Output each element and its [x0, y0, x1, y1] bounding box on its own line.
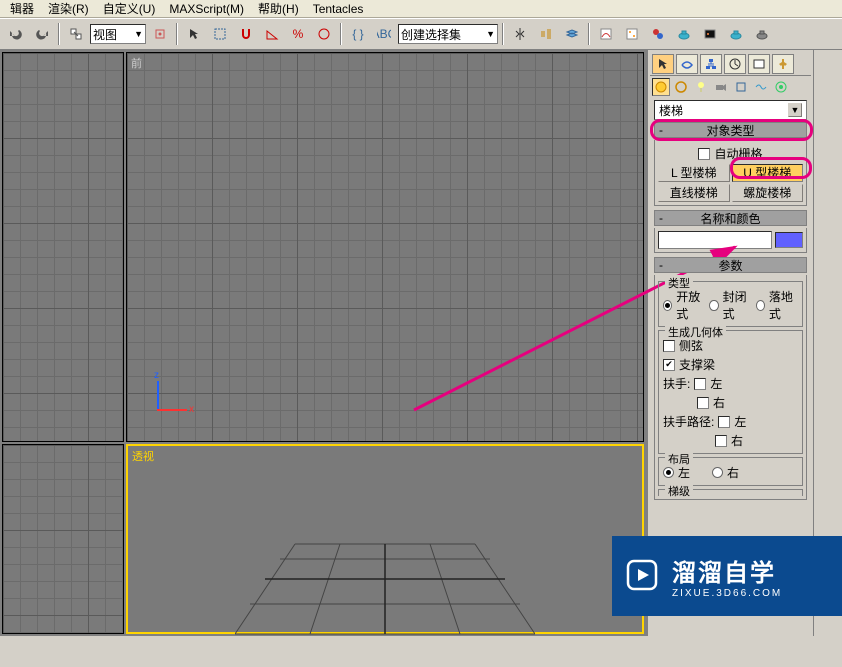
menu-render[interactable]: 渲染(R)	[42, 0, 95, 18]
dropdown-arrow-icon[interactable]: ▼	[788, 103, 802, 117]
parameters-body: 类型 开放式 封闭式 落地式 生成几何体 侧弦 ✔支撑梁 扶手: 左	[654, 275, 807, 500]
curve-editor-icon[interactable]	[594, 22, 618, 46]
create-subtabs	[650, 76, 811, 98]
spacewarps-icon[interactable]	[752, 78, 770, 96]
cameras-icon[interactable]	[712, 78, 730, 96]
link-icon[interactable]	[64, 22, 88, 46]
spiral-stair-button[interactable]: 螺旋楼梯	[732, 184, 804, 202]
handrail-left-checkbox[interactable]	[694, 378, 706, 390]
menu-bar[interactable]: 辑器 渲染(R) 自定义(U) MAXScript(M) 帮助(H) Tenta…	[0, 0, 842, 18]
railpath-right-checkbox[interactable]	[715, 435, 727, 447]
autogrid-label: 自动栅格	[714, 145, 762, 162]
object-type-body: 自动栅格 L 型楼梯 U 型楼梯 直线楼梯 螺旋楼梯	[654, 140, 807, 206]
main-toolbar: 视图▼ % { } ABC 创建选择集▼	[0, 18, 842, 50]
svg-text:%: %	[293, 27, 304, 41]
layout-right-radio[interactable]	[712, 467, 723, 478]
collapse-icon: -	[659, 258, 663, 272]
select-region-icon[interactable]	[208, 22, 232, 46]
snap-toggle-icon[interactable]	[234, 22, 258, 46]
angle-snap-icon[interactable]	[260, 22, 284, 46]
render-frame-icon[interactable]	[698, 22, 722, 46]
watermark-title: 溜溜自学	[672, 553, 782, 588]
watermark-logo-icon	[622, 555, 662, 598]
type-group: 类型 开放式 封闭式 落地式	[658, 281, 803, 327]
helpers-icon[interactable]	[732, 78, 750, 96]
svg-text:ABC: ABC	[377, 27, 391, 41]
selection-set-combo[interactable]: 创建选择集▼	[398, 24, 498, 44]
viewport-area: 前 z x 透视	[0, 50, 648, 636]
systems-icon[interactable]	[772, 78, 790, 96]
perspective-grid	[235, 504, 535, 664]
viewport-front[interactable]: 前 z x	[126, 52, 644, 442]
lights-icon[interactable]	[692, 78, 710, 96]
render-setup-icon[interactable]	[672, 22, 696, 46]
create-tab-icon[interactable]	[652, 54, 674, 74]
object-name-input[interactable]	[658, 231, 772, 249]
viewport-bottom-left[interactable]	[2, 444, 124, 634]
select-icon[interactable]	[182, 22, 206, 46]
viewport-top-left[interactable]	[2, 52, 124, 442]
utilities-tab-icon[interactable]	[772, 54, 794, 74]
ref-coord-combo[interactable]: 视图▼	[90, 24, 146, 44]
handrail-label: 扶手:	[663, 375, 690, 392]
layout-left-radio[interactable]	[663, 467, 674, 478]
align-icon[interactable]	[534, 22, 558, 46]
viewport-perspective[interactable]: 透视	[126, 444, 644, 634]
command-tabs	[650, 52, 811, 76]
gen-geom-group: 生成几何体 侧弦 ✔支撑梁 扶手: 左 右 扶手路径: 左 右	[658, 330, 803, 454]
category-value: 楼梯	[659, 102, 683, 119]
type-box-radio[interactable]	[756, 300, 765, 311]
mirror-icon[interactable]	[508, 22, 532, 46]
watermark-url: ZIXUE.3D66.COM	[672, 588, 782, 599]
type-closed-radio[interactable]	[709, 300, 718, 311]
carriage-checkbox[interactable]: ✔	[663, 359, 675, 371]
rollout-parameters[interactable]: - 参数	[654, 257, 807, 273]
menu-maxscript[interactable]: MAXScript(M)	[163, 1, 250, 17]
spinner-snap-icon[interactable]	[312, 22, 336, 46]
hierarchy-tab-icon[interactable]	[700, 54, 722, 74]
autogrid-checkbox[interactable]	[698, 148, 710, 160]
viewport-label: 前	[131, 55, 142, 71]
modify-tab-icon[interactable]	[676, 54, 698, 74]
redo-icon[interactable]	[30, 22, 54, 46]
layout-group: 布局 左 右	[658, 457, 803, 486]
straight-stair-button[interactable]: 直线楼梯	[658, 184, 730, 202]
menu-help[interactable]: 帮助(H)	[252, 0, 305, 18]
display-tab-icon[interactable]	[748, 54, 770, 74]
material-editor-icon[interactable]	[646, 22, 670, 46]
handrail-right-checkbox[interactable]	[697, 397, 709, 409]
schematic-icon[interactable]	[620, 22, 644, 46]
stringers-checkbox[interactable]	[663, 340, 675, 352]
svg-text:{ }: { }	[352, 27, 363, 41]
pivot-icon[interactable]	[148, 22, 172, 46]
menu-editor[interactable]: 辑器	[4, 0, 40, 18]
render-last-icon[interactable]	[750, 22, 774, 46]
collapse-icon: -	[659, 211, 663, 225]
railpath-left-checkbox[interactable]	[718, 416, 730, 428]
steps-group: 梯级	[658, 489, 803, 496]
motion-tab-icon[interactable]	[724, 54, 746, 74]
geometry-icon[interactable]	[652, 78, 670, 96]
watermark-overlay: 溜溜自学 ZIXUE.3D66.COM	[612, 536, 842, 616]
named-sel-icon[interactable]: { }	[346, 22, 370, 46]
rollout-object-type[interactable]: - 对象类型	[654, 122, 807, 138]
category-combo[interactable]: 楼梯 ▼	[654, 100, 807, 120]
object-color-swatch[interactable]	[775, 232, 803, 248]
viewport-label: 透视	[132, 448, 154, 464]
rollout-name-color[interactable]: - 名称和颜色	[654, 210, 807, 226]
type-open-radio[interactable]	[663, 300, 672, 311]
undo-icon[interactable]	[4, 22, 28, 46]
u-stair-button[interactable]: U 型楼梯	[732, 164, 804, 182]
layer-icon[interactable]	[560, 22, 584, 46]
shapes-icon[interactable]	[672, 78, 690, 96]
menu-tentacles[interactable]: Tentacles	[307, 1, 370, 17]
railpath-label: 扶手路径:	[663, 413, 714, 430]
name-color-body	[654, 228, 807, 253]
named-sel-abc-icon[interactable]: ABC	[372, 22, 396, 46]
quick-render-icon[interactable]	[724, 22, 748, 46]
menu-customize[interactable]: 自定义(U)	[97, 0, 162, 18]
l-stair-button[interactable]: L 型楼梯	[658, 164, 730, 182]
percent-snap-icon[interactable]: %	[286, 22, 310, 46]
collapse-icon: -	[659, 123, 663, 137]
